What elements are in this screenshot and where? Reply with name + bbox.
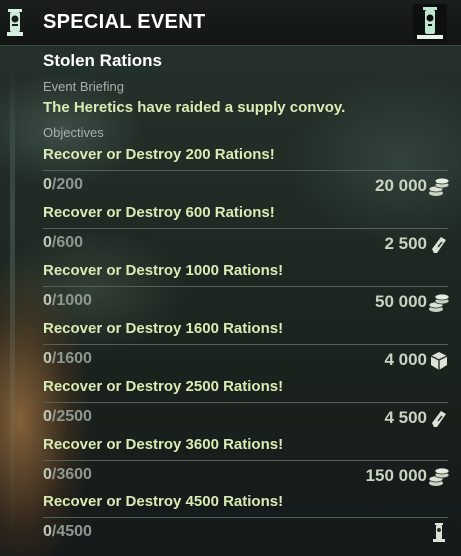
objective-title: Recover or Destroy 3600 Rations! — [43, 436, 284, 453]
objective-progress: 0/3600 — [43, 466, 92, 483]
progress-current: 0 — [43, 234, 52, 251]
page-title: SPECIAL EVENT — [43, 11, 206, 33]
skull-banner-icon — [7, 9, 23, 36]
progress-current: 0 — [43, 466, 52, 483]
objective-title: Recover or Destroy 1600 Rations! — [43, 320, 284, 337]
objective-divider — [43, 286, 448, 287]
objective-progress: 0/200 — [43, 176, 84, 193]
reward-amount: 4 500 — [384, 408, 427, 427]
objective-progress: 0/4500 — [43, 523, 92, 540]
progress-current: 0 — [43, 176, 52, 193]
coins-icon — [428, 293, 450, 312]
objective-progress: 0/1600 — [43, 350, 92, 367]
ticket-icon — [432, 411, 446, 427]
objective-title: Recover or Destroy 2500 Rations! — [43, 378, 284, 395]
progress-current: 0 — [43, 350, 52, 367]
left-rail-decoration — [10, 70, 15, 540]
objective-title: Recover or Destroy 200 Rations! — [43, 146, 275, 163]
progress-current: 0 — [43, 408, 52, 425]
objective-progress: 0/2500 — [43, 408, 92, 425]
objective-divider — [43, 170, 448, 171]
objective-divider — [43, 228, 448, 229]
objective-title: Recover or Destroy 4500 Rations! — [43, 493, 284, 510]
reward-amount: 20 000 — [375, 176, 427, 195]
cube-icon — [430, 352, 448, 370]
ticket-icon — [432, 237, 446, 253]
event-briefing: The Heretics have raided a supply convoy… — [43, 99, 346, 116]
objectives-label: Objectives — [43, 125, 104, 140]
briefing-label: Event Briefing — [43, 79, 124, 94]
objective-progress: 0/600 — [43, 234, 84, 251]
objective-divider — [43, 402, 448, 403]
skull-pillar-icon — [433, 523, 445, 542]
progress-current: 0 — [43, 523, 52, 540]
event-name: Stolen Rations — [43, 51, 163, 70]
coins-icon — [428, 467, 450, 486]
reward-amount: 150 000 — [365, 466, 427, 485]
coins-icon — [428, 177, 450, 196]
header-divider — [0, 45, 461, 46]
progress-total: 3600 — [56, 466, 92, 483]
progress-total: 600 — [56, 234, 84, 251]
reward-amount: 50 000 — [375, 292, 427, 311]
objective-title: Recover or Destroy 600 Rations! — [43, 204, 275, 221]
objective-divider — [43, 344, 448, 345]
progress-total: 200 — [56, 176, 84, 193]
objective-title: Recover or Destroy 1000 Rations! — [43, 262, 284, 279]
objective-divider — [43, 517, 448, 518]
objective-divider — [43, 460, 448, 461]
progress-current: 0 — [43, 292, 52, 309]
progress-total: 1000 — [56, 292, 92, 309]
progress-total: 1600 — [56, 350, 92, 367]
progress-total: 2500 — [56, 408, 92, 425]
event-header: SPECIAL EVENT — [0, 0, 461, 46]
objective-progress: 0/1000 — [43, 292, 92, 309]
skull-pillar-icon — [413, 4, 447, 42]
reward-amount: 2 500 — [384, 234, 427, 253]
progress-total: 4500 — [56, 523, 92, 540]
reward-amount: 4 000 — [384, 350, 427, 369]
